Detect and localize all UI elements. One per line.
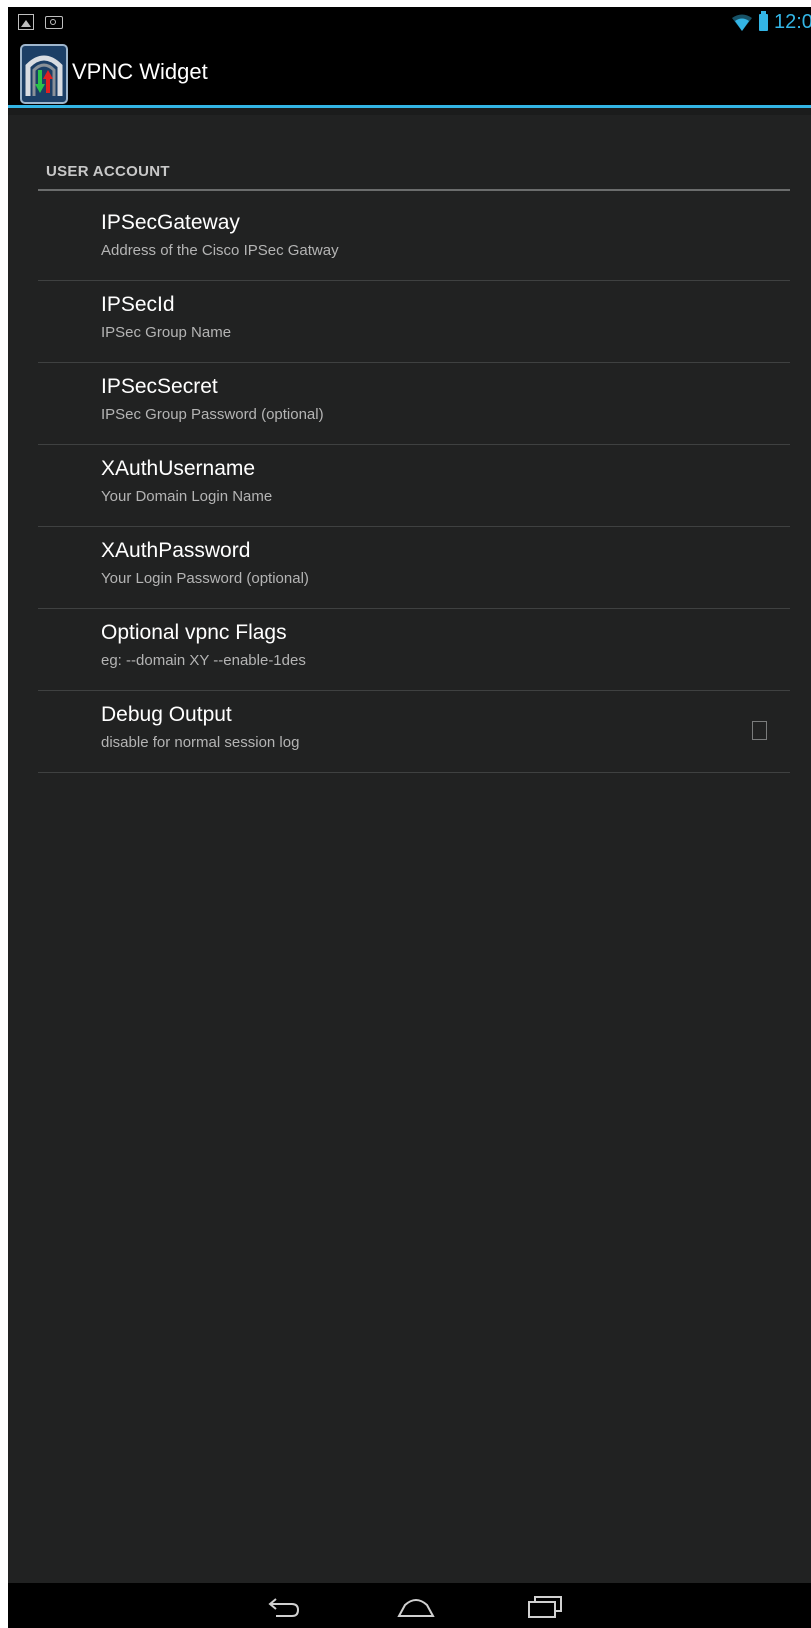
pref-title: XAuthPassword [101, 539, 251, 562]
camera-icon [45, 16, 63, 29]
wifi-icon [732, 14, 752, 31]
divider [38, 772, 790, 773]
navigation-bar [8, 1583, 811, 1628]
preferences-content: USER ACCOUNT IPSecGateway Address of the… [8, 108, 811, 1583]
status-bar: 12:07 [8, 7, 811, 39]
pref-title: Optional vpnc Flags [101, 621, 287, 644]
pref-item-debug-output[interactable]: Debug Output disable for normal session … [38, 691, 790, 773]
app-title: VPNC Widget [72, 59, 208, 84]
pref-item-vpnc-flags[interactable]: Optional vpnc Flags eg: --domain XY --en… [38, 609, 790, 691]
pref-summary: IPSec Group Password (optional) [101, 406, 324, 423]
gallery-icon [18, 14, 34, 30]
recents-icon[interactable] [526, 1591, 566, 1621]
vpnc-app-icon[interactable] [20, 44, 68, 104]
action-bar: VPNC Widget [8, 39, 811, 105]
pref-title: Debug Output [101, 703, 232, 726]
home-icon[interactable] [396, 1591, 436, 1621]
pref-title: IPSecGateway [101, 211, 240, 234]
pref-item-xauth-username[interactable]: XAuthUsername Your Domain Login Name [38, 445, 790, 527]
device-screen: 12:07 VPNC Widget USER ACCOUNT IPSecGate… [8, 7, 811, 1628]
pref-title: XAuthUsername [101, 457, 256, 480]
debug-output-checkbox[interactable] [752, 721, 767, 740]
pref-summary: Address of the Cisco IPSec Gatway [101, 242, 339, 259]
pref-item-xauth-password[interactable]: XAuthPassword Your Login Password (optio… [38, 527, 790, 609]
status-time: 12:07 [774, 11, 811, 33]
category-divider [38, 189, 790, 191]
pref-title: IPSecId [101, 293, 175, 316]
pref-summary: Your Domain Login Name [101, 488, 273, 505]
pref-title: IPSecSecret [101, 375, 218, 398]
pref-summary: Your Login Password (optional) [101, 570, 309, 587]
pref-summary: IPSec Group Name [101, 324, 232, 341]
pref-item-ipsec-gateway[interactable]: IPSecGateway Address of the Cisco IPSec … [38, 199, 790, 281]
back-icon[interactable] [266, 1591, 302, 1621]
pref-item-ipsec-id[interactable]: IPSecId IPSec Group Name [38, 281, 790, 363]
pref-summary: eg: --domain XY --enable-1des [101, 652, 306, 669]
pref-summary: disable for normal session log [101, 734, 300, 751]
pref-item-ipsec-secret[interactable]: IPSecSecret IPSec Group Password (option… [38, 363, 790, 445]
category-header: USER ACCOUNT [46, 163, 170, 180]
battery-icon [759, 11, 768, 31]
preferences-list: USER ACCOUNT IPSecGateway Address of the… [8, 115, 811, 1583]
